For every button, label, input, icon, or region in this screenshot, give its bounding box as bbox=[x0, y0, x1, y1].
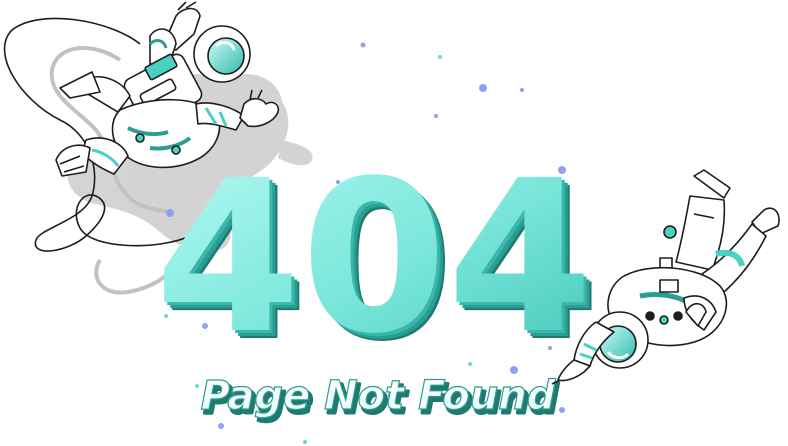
star-dot bbox=[218, 423, 224, 429]
star-dot bbox=[360, 42, 366, 48]
star-dot bbox=[166, 209, 174, 217]
error-illustration: 404 404 404 404 Page Not Found Page Not … bbox=[3, 1, 780, 444]
error-code-face: 404 bbox=[155, 135, 593, 380]
star-dot bbox=[195, 384, 199, 388]
star-dot bbox=[468, 362, 472, 366]
star-dot bbox=[164, 314, 168, 318]
error-message: Page Not Found Page Not Found bbox=[200, 372, 560, 424]
star-dot bbox=[548, 346, 552, 350]
star-dot bbox=[510, 366, 518, 374]
error-code: 404 404 404 404 bbox=[155, 135, 601, 388]
star-dot bbox=[558, 166, 566, 174]
star-dot bbox=[202, 323, 208, 329]
star-dot bbox=[479, 84, 487, 92]
star-dot bbox=[554, 245, 558, 249]
star-dot bbox=[434, 114, 438, 118]
star-dot bbox=[559, 407, 565, 413]
error-message-face: Page Not Found bbox=[201, 373, 556, 419]
star-dot bbox=[303, 440, 307, 444]
star-dot bbox=[336, 180, 340, 184]
star-dot bbox=[520, 88, 524, 92]
star-dot bbox=[438, 55, 442, 59]
